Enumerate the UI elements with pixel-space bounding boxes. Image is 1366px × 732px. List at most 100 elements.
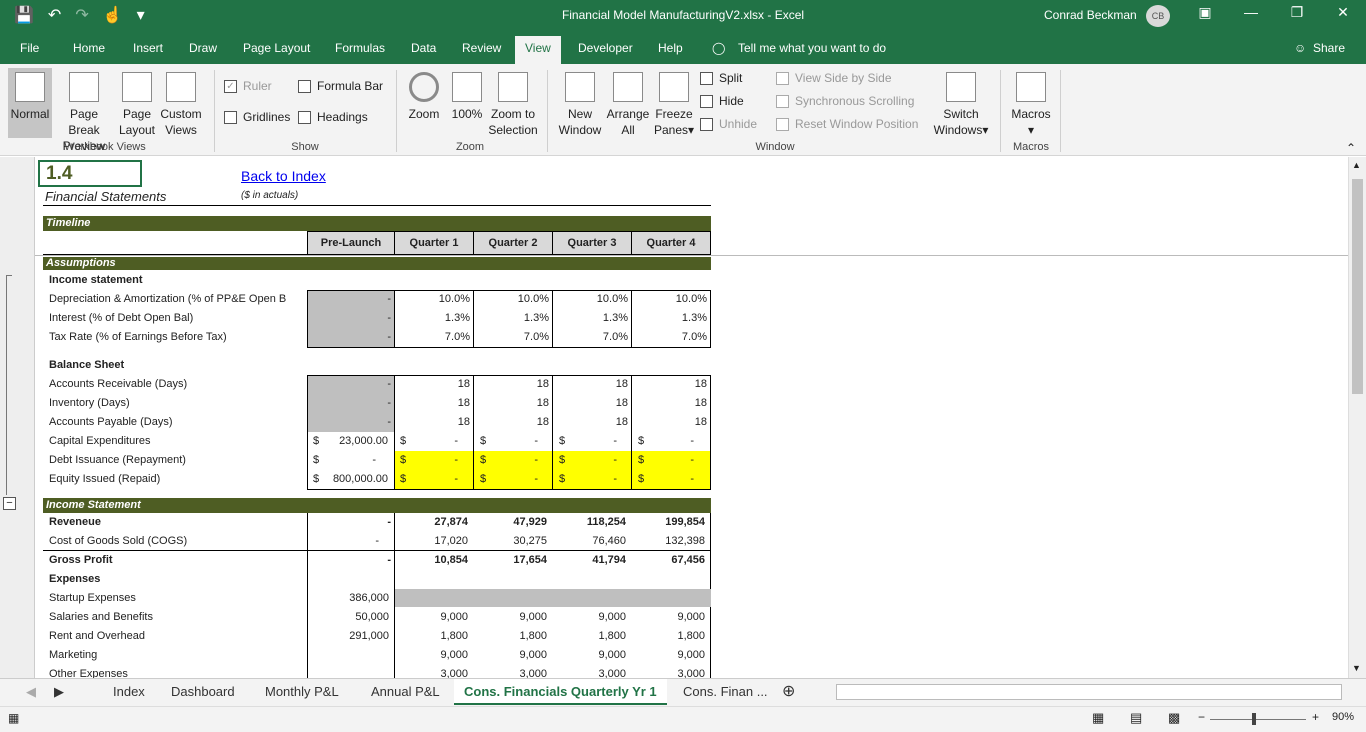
zoom-out-icon[interactable]: − [1198, 710, 1205, 724]
sheet-tab[interactable]: Dashboard [171, 684, 235, 699]
cell[interactable]: 10,854 [394, 551, 468, 570]
cell[interactable]: - [648, 432, 694, 451]
arrange-all-button[interactable]: Arrange All [605, 72, 651, 138]
cell[interactable]: 1,800 [552, 627, 626, 646]
macros-button[interactable]: Macros ▾ [1006, 72, 1056, 138]
cell[interactable]: - [490, 451, 538, 470]
collapse-group-icon[interactable]: − [3, 497, 16, 510]
macro-record-icon[interactable]: ▦ [8, 711, 19, 725]
scroll-up-icon[interactable]: ▲ [1352, 160, 1361, 170]
switch-windows-button[interactable]: Switch Windows▾ [930, 72, 992, 138]
cell[interactable]: - [410, 432, 458, 451]
zoom-level[interactable]: 90% [1332, 711, 1354, 723]
cell[interactable]: - [569, 451, 617, 470]
zoom-to-selection-button[interactable]: Zoom to Selection [488, 72, 538, 138]
formula-bar-checkbox[interactable]: Formula Bar [298, 79, 383, 93]
cell[interactable]: - [490, 432, 538, 451]
minimize-icon[interactable]: — [1236, 4, 1266, 20]
cell[interactable]: 76,460 [552, 532, 626, 551]
cell[interactable]: 1,800 [631, 627, 705, 646]
cell[interactable]: 9,000 [552, 646, 626, 665]
cell[interactable]: 18 [552, 413, 628, 432]
page-layout-view-button[interactable]: Page Layout [116, 72, 158, 138]
scroll-down-icon[interactable]: ▼ [1352, 663, 1361, 673]
sheet-tab[interactable]: Cons. Finan ... [683, 684, 768, 699]
cell[interactable]: 7.0% [631, 328, 707, 347]
next-sheet-icon[interactable]: ▶ [54, 684, 64, 700]
cell[interactable]: 67,456 [631, 551, 705, 570]
cell[interactable]: 18 [631, 375, 707, 394]
cell[interactable]: - [307, 290, 391, 309]
page-layout-view-icon[interactable]: ▤ [1130, 710, 1142, 726]
normal-view-button[interactable]: Normal [8, 68, 52, 138]
cell[interactable]: 30,275 [473, 532, 547, 551]
cell[interactable]: - [307, 513, 391, 532]
cell[interactable]: 199,854 [631, 513, 705, 532]
cell[interactable]: 10.0% [552, 290, 628, 309]
back-to-index-link[interactable]: Back to Index [241, 166, 361, 186]
cell[interactable]: 17,020 [394, 532, 468, 551]
ribbon-display-icon[interactable]: ▣ [1190, 4, 1220, 21]
tab-insert[interactable]: Insert [133, 41, 163, 55]
tab-file[interactable]: File [20, 41, 39, 55]
cell[interactable]: 9,000 [631, 608, 705, 627]
cell[interactable]: 1.3% [394, 309, 470, 328]
cell[interactable]: 18 [552, 375, 628, 394]
hide-button[interactable]: Hide [700, 94, 744, 108]
cell[interactable]: 18 [552, 394, 628, 413]
cell[interactable]: 18 [631, 413, 707, 432]
cell[interactable]: 1,800 [473, 627, 547, 646]
prev-sheet-icon[interactable]: ◀ [26, 684, 36, 700]
cell[interactable]: 50,000 [307, 608, 389, 627]
zoom-100-button[interactable]: 100% [448, 72, 486, 122]
unhide-button[interactable]: Unhide [700, 117, 757, 131]
headings-checkbox[interactable]: Headings [298, 110, 368, 124]
sheet-tab[interactable]: Annual P&L [371, 684, 440, 699]
cell[interactable]: 10.0% [394, 290, 470, 309]
cell[interactable]: 18 [394, 413, 470, 432]
user-name[interactable]: Conrad Beckman [1044, 8, 1137, 22]
cell[interactable]: 18 [394, 375, 470, 394]
gridlines-checkbox[interactable]: Gridlines [224, 110, 290, 124]
cell[interactable]: 27,874 [394, 513, 468, 532]
reset-window-position-button[interactable]: Reset Window Position [776, 117, 918, 131]
tab-data[interactable]: Data [411, 41, 436, 55]
cell[interactable]: - [648, 451, 694, 470]
ruler-checkbox[interactable]: ✓ Ruler [224, 79, 272, 93]
collapse-ribbon-icon[interactable]: ⌃ [1344, 140, 1358, 156]
cell[interactable]: 23,000.00 [320, 432, 388, 451]
tab-page-layout[interactable]: Page Layout [243, 41, 310, 55]
tell-me-search[interactable]: Tell me what you want to do [738, 41, 886, 55]
cell[interactable]: 3,000 [473, 665, 547, 678]
cell[interactable]: - [307, 328, 391, 347]
cell[interactable]: 18 [473, 394, 549, 413]
cell[interactable]: 41,794 [552, 551, 626, 570]
new-window-button[interactable]: New Window [556, 72, 604, 138]
share-button[interactable]: Share [1313, 41, 1345, 55]
cell[interactable]: - [307, 551, 391, 570]
cell[interactable]: 1,800 [394, 627, 468, 646]
page-break-view-icon[interactable]: ▩ [1168, 710, 1180, 726]
cell[interactable]: 18 [394, 394, 470, 413]
cell[interactable]: 9,000 [631, 646, 705, 665]
zoom-button[interactable]: Zoom [404, 72, 444, 122]
cell[interactable]: 7.0% [473, 328, 549, 347]
cell[interactable]: 9,000 [473, 608, 547, 627]
tab-draw[interactable]: Draw [189, 41, 217, 55]
cell[interactable]: 47,929 [473, 513, 547, 532]
cell[interactable]: 9,000 [394, 608, 468, 627]
cell[interactable]: - [307, 375, 391, 394]
cell[interactable]: 1.3% [552, 309, 628, 328]
cell[interactable]: 386,000 [307, 589, 389, 608]
cell[interactable]: 10.0% [631, 290, 707, 309]
cell[interactable]: 1.3% [473, 309, 549, 328]
cell[interactable]: 7.0% [552, 328, 628, 347]
add-sheet-icon[interactable]: ⊕ [782, 681, 795, 701]
worksheet-grid[interactable]: − 1.4 Financial Statements Back to Index… [0, 157, 1348, 678]
cell[interactable]: 18 [473, 413, 549, 432]
tab-home[interactable]: Home [73, 41, 105, 55]
cell[interactable]: - [490, 470, 538, 489]
cell[interactable]: 291,000 [307, 627, 389, 646]
close-icon[interactable]: ✕ [1328, 4, 1358, 21]
cell[interactable]: - [569, 470, 617, 489]
